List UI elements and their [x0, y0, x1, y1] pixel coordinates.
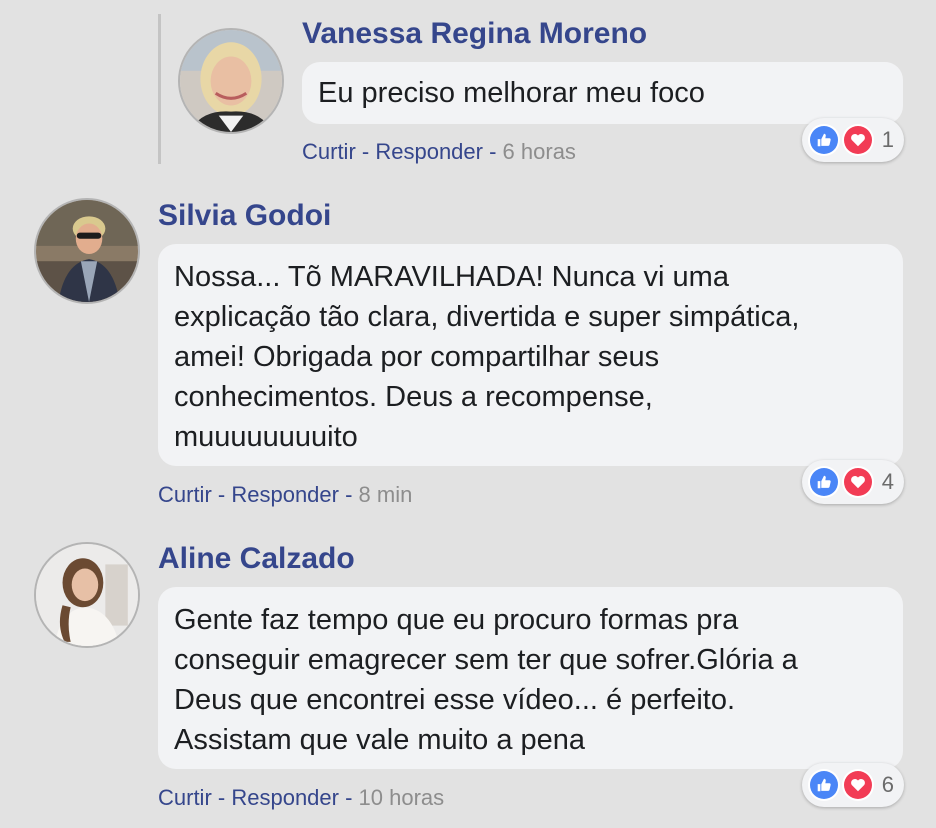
comment-actions: Curtir - Responder - 8 min [158, 481, 412, 509]
love-icon [841, 466, 874, 498]
love-icon [841, 769, 874, 801]
reply-thread-line [158, 14, 161, 164]
comment-author[interactable]: Silvia Godoi [158, 198, 331, 234]
like-link[interactable]: Curtir [302, 139, 356, 164]
comment-bubble: Gente faz tempo que eu procuro formas pr… [158, 587, 903, 769]
reply-link[interactable]: Responder [375, 139, 483, 164]
separator: - [211, 482, 232, 507]
avatar-photo [36, 200, 138, 302]
timestamp: 8 min [358, 482, 413, 507]
like-icon [808, 124, 840, 156]
comment-bubble: Nossa... Tõ MARAVILHADA! Nunca vi uma ex… [158, 244, 903, 466]
timestamp: 10 horas [358, 785, 445, 810]
avatar[interactable] [178, 28, 284, 134]
reply-link[interactable]: Responder [231, 785, 339, 810]
reactions-summary[interactable]: 4 [802, 460, 904, 504]
comment-text: Eu preciso melhorar meu foco [318, 77, 705, 109]
like-link[interactable]: Curtir [158, 785, 212, 810]
comment-actions: Curtir - Responder - 6 horas [302, 138, 576, 166]
reaction-count: 4 [881, 469, 894, 494]
separator: - [338, 785, 359, 810]
comment-actions: Curtir - Responder - 10 horas [158, 784, 444, 812]
separator: - [482, 139, 503, 164]
reaction-count: 6 [881, 772, 894, 797]
like-link[interactable]: Curtir [158, 482, 212, 507]
avatar-photo [180, 30, 282, 132]
separator: - [211, 785, 232, 810]
comment-text: Nossa... Tõ MARAVILHADA! Nunca vi uma ex… [174, 261, 800, 453]
reactions-summary[interactable]: 6 [802, 763, 904, 807]
separator: - [355, 139, 376, 164]
timestamp: 6 horas [502, 139, 576, 164]
avatar[interactable] [34, 198, 140, 304]
love-icon [841, 124, 874, 156]
separator: - [338, 482, 359, 507]
like-icon [808, 769, 840, 801]
reactions-summary[interactable]: 1 [802, 118, 904, 162]
comment-author[interactable]: Vanessa Regina Moreno [302, 16, 647, 52]
comment-text: Gente faz tempo que eu procuro formas pr… [174, 604, 798, 756]
like-icon [808, 466, 840, 498]
avatar[interactable] [34, 542, 140, 648]
comment-bubble: Eu preciso melhorar meu foco [302, 62, 903, 124]
comment-author[interactable]: Aline Calzado [158, 541, 355, 577]
reply-link[interactable]: Responder [231, 482, 339, 507]
avatar-photo [36, 544, 138, 646]
reaction-count: 1 [881, 127, 894, 152]
